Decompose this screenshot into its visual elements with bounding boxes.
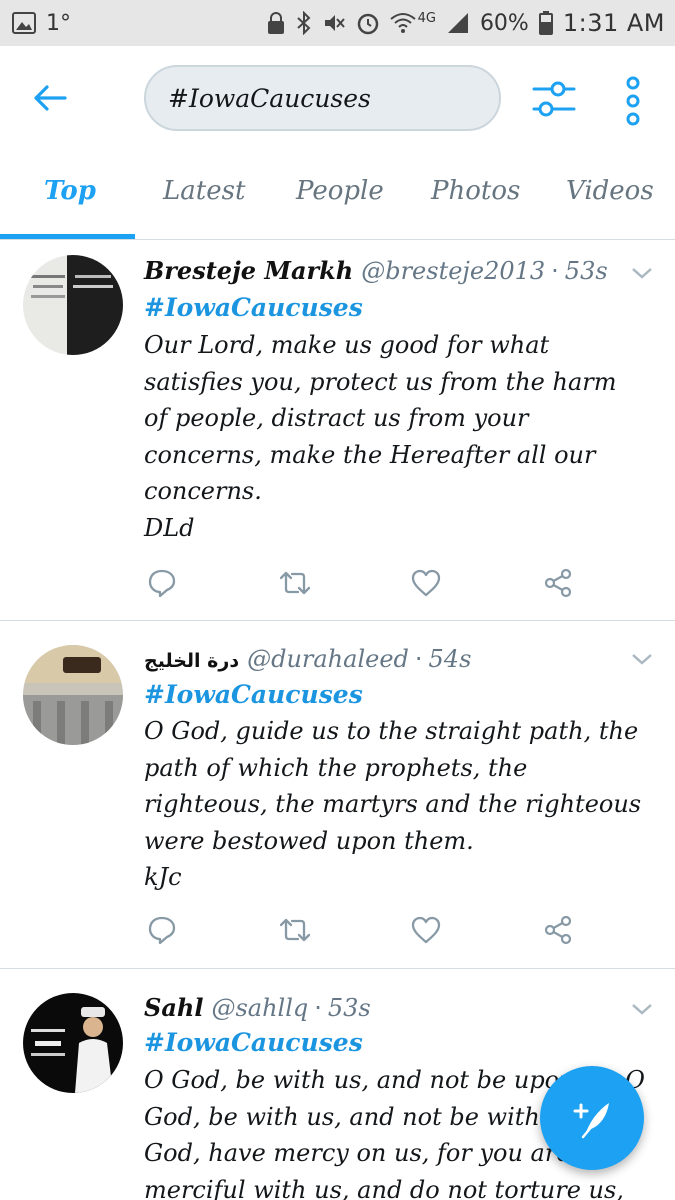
tweet-text: Our Lord, make us good for what satisfie… [144, 331, 617, 542]
separator-dot: · [551, 257, 559, 285]
retweet-icon[interactable] [277, 565, 313, 601]
search-tabs: Top Latest People Photos Videos [0, 150, 675, 240]
network-type: 4G [417, 10, 436, 26]
image-icon [12, 12, 36, 34]
tweet-timestamp: 54s [428, 645, 472, 673]
share-icon[interactable] [540, 912, 576, 948]
tab-photos[interactable]: Photos [431, 176, 520, 206]
clock: 1:31 AM [562, 9, 665, 37]
tweet-author-handle[interactable]: @sahllq [211, 994, 308, 1022]
share-icon[interactable] [540, 565, 576, 601]
avatar[interactable] [23, 255, 123, 355]
chevron-down-icon[interactable] [630, 265, 654, 281]
back-arrow-icon [34, 85, 67, 111]
tweet-header: Sahl @sahllq · 53s [144, 993, 371, 1022]
back-button[interactable] [28, 76, 72, 120]
reply-icon[interactable] [144, 565, 180, 601]
chevron-down-icon[interactable] [630, 1001, 654, 1017]
tweet-author-handle[interactable]: @bresteje2013 [361, 257, 545, 285]
lock-icon [266, 11, 286, 35]
tab-videos[interactable]: Videos [566, 176, 654, 206]
bluetooth-icon [296, 11, 312, 35]
like-icon[interactable] [408, 565, 444, 601]
status-bar: 1° 4G 60% 1:31 AM [0, 0, 675, 46]
tweet-hashtag[interactable]: #IowaCaucuses [144, 1028, 363, 1057]
tweet-hashtag[interactable]: #IowaCaucuses [144, 293, 363, 322]
compose-feather-icon [573, 1103, 609, 1139]
separator-dot: · [414, 645, 423, 673]
tweet-header: Bresteje Markh @bresteje2013 · 53s [144, 256, 608, 285]
separator-dot: · [314, 994, 322, 1022]
tweet-actions [144, 565, 584, 601]
tweet-author-name[interactable]: Bresteje Markh [144, 256, 353, 285]
tab-latest[interactable]: Latest [163, 176, 245, 206]
mute-icon [322, 11, 346, 35]
tab-people[interactable]: People [296, 176, 384, 206]
tweet-header: درة الخليج @durahaleed · 54s [144, 645, 471, 673]
status-bar-right: 4G 60% 1:31 AM [266, 9, 665, 37]
wifi-icon [389, 12, 416, 34]
tweet[interactable]: درة الخليج @durahaleed · 54s #IowaCaucus… [0, 621, 675, 969]
filter-sliders-icon [532, 81, 576, 117]
search-query: #IowaCaucuses [168, 83, 371, 113]
chevron-down-icon[interactable] [630, 651, 654, 667]
tweet[interactable]: Bresteje Markh @bresteje2013 · 53s #Iowa… [0, 240, 675, 621]
avatar[interactable] [23, 993, 123, 1093]
search-filter-button[interactable] [530, 76, 578, 122]
battery-percent: 60% [479, 10, 529, 36]
avatar[interactable] [23, 645, 123, 745]
signal-icon [446, 11, 470, 35]
tweet-text: O God, guide us to the straight path, th… [144, 717, 642, 892]
tweet-actions [144, 912, 584, 948]
tweet-author-name[interactable]: Sahl [144, 993, 203, 1022]
battery-icon [538, 11, 553, 35]
temperature-indicator: 1° [46, 10, 71, 36]
tweet-author-handle[interactable]: @durahaleed [247, 645, 409, 673]
tab-top[interactable]: Top [44, 176, 96, 206]
search-header: #IowaCaucuses [0, 46, 675, 150]
reply-icon[interactable] [144, 912, 180, 948]
alarm-icon [356, 11, 380, 35]
vertical-dots-icon [626, 76, 640, 126]
tweet-timestamp: 53s [564, 257, 608, 285]
tweet-timestamp: 53s [327, 994, 371, 1022]
tweet-hashtag[interactable]: #IowaCaucuses [144, 680, 363, 709]
retweet-icon[interactable] [277, 912, 313, 948]
like-icon[interactable] [408, 912, 444, 948]
active-tab-indicator [0, 234, 135, 239]
compose-tweet-button[interactable] [540, 1066, 644, 1170]
status-bar-left: 1° [12, 11, 71, 36]
search-input[interactable]: #IowaCaucuses [144, 65, 501, 131]
tweet-author-name[interactable]: درة الخليج [144, 650, 239, 672]
more-options-button[interactable] [620, 76, 646, 126]
